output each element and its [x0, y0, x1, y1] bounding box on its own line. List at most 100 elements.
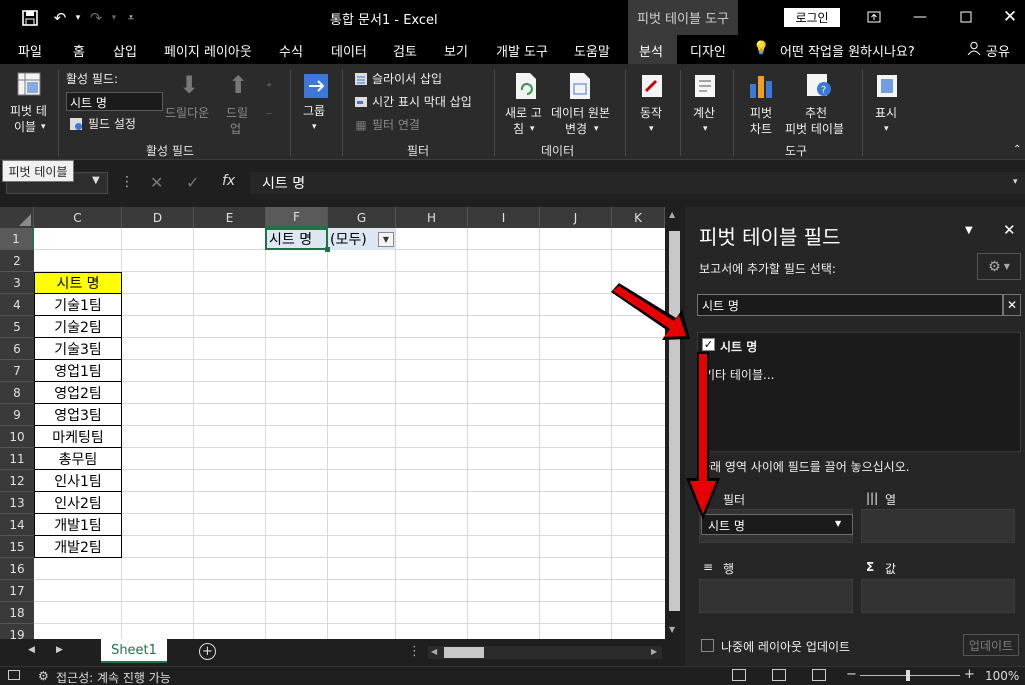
change-data-source-icon[interactable] [566, 71, 594, 101]
rows-drop-area[interactable] [699, 579, 853, 613]
tell-me-search[interactable]: 어떤 작업을 원하시나요? [780, 41, 915, 60]
actions-button[interactable]: 동작 [640, 106, 662, 121]
zoom-slider-thumb[interactable] [906, 670, 910, 681]
h-scrollbar-thumb[interactable] [444, 647, 484, 658]
list-item-cell[interactable]: 기술3팀 [34, 338, 122, 360]
filter-connections-button[interactable]: 필터 연결 [372, 118, 420, 133]
expand-formula-icon[interactable]: ▾ [1013, 177, 1018, 187]
values-drop-area[interactable] [861, 579, 1015, 613]
undo-icon[interactable]: ↶ [50, 8, 70, 28]
scroll-up-icon[interactable]: ▲ [669, 210, 675, 219]
pivot-table-icon[interactable] [14, 69, 44, 99]
redo-icon[interactable]: ↷ [86, 8, 106, 28]
enter-icon[interactable]: ✓ [186, 173, 199, 192]
row-header[interactable]: 5 [0, 316, 34, 338]
columns-drop-area[interactable] [861, 509, 1015, 543]
column-header[interactable]: C [34, 207, 122, 228]
drill-up-button-2[interactable]: 업 [230, 122, 241, 137]
row-header[interactable]: 12 [0, 470, 34, 492]
pivot-filter-field-cell[interactable]: 시트 명 [265, 228, 328, 250]
show-icon[interactable] [873, 71, 901, 101]
list-item-cell[interactable]: 영업1팀 [34, 360, 122, 382]
list-item-cell[interactable]: 인사2팀 [34, 492, 122, 514]
clear-search-icon[interactable]: ✕ [1003, 294, 1021, 316]
list-item-cell[interactable]: 영업2팀 [34, 382, 122, 404]
row-header[interactable]: 11 [0, 448, 34, 470]
pivot-chart-label-2[interactable]: 차트 [750, 122, 772, 137]
row-header[interactable]: 10 [0, 426, 34, 448]
actions-icon[interactable] [638, 71, 666, 101]
row-header[interactable]: 4 [0, 294, 34, 316]
sheet-tab-sheet1[interactable]: Sheet1 [101, 639, 167, 663]
column-header[interactable]: I [468, 207, 540, 228]
field-settings-icon[interactable] [68, 116, 84, 132]
list-item-cell[interactable]: 인사1팀 [34, 470, 122, 492]
recommended-pivot-label-2[interactable]: 피벗 테이블 [785, 122, 844, 137]
pivot-table-label-2[interactable]: 이블 [14, 120, 36, 135]
active-field-input[interactable]: 시트 명 [66, 92, 163, 111]
list-header-cell[interactable]: 시트 명 [34, 272, 122, 294]
calculations-button[interactable]: 계산 [693, 106, 715, 121]
list-item-cell[interactable]: 기술1팀 [34, 294, 122, 316]
group-button[interactable]: 그룹 [303, 104, 325, 119]
tab-analyze[interactable]: 분석 [639, 41, 663, 60]
login-button[interactable]: 로그인 [784, 8, 840, 27]
column-header[interactable]: G [328, 207, 396, 228]
row-header[interactable]: 2 [0, 250, 34, 272]
tab-insert[interactable]: 삽입 [113, 41, 137, 60]
tab-data[interactable]: 데이터 [331, 41, 367, 60]
gear-icon[interactable]: ⚙ ▼ [977, 253, 1021, 280]
list-item-cell[interactable]: 마케팅팀 [34, 426, 122, 448]
tab-developer[interactable]: 개발 도구 [496, 41, 548, 60]
fill-handle[interactable] [325, 247, 330, 252]
collapse-field-icon[interactable]: ⁻ [262, 108, 276, 122]
page-break-view-icon[interactable] [812, 669, 826, 681]
row-header[interactable]: 7 [0, 360, 34, 382]
insert-slicer-button[interactable]: 슬라이서 삽입 [372, 72, 442, 87]
field-settings-button[interactable]: 필드 설정 [88, 117, 136, 132]
filter-field-chip[interactable]: 시트 명 [701, 514, 853, 535]
zoom-slider[interactable] [860, 675, 960, 676]
row-header[interactable]: 3 [0, 272, 34, 294]
tab-view[interactable]: 보기 [444, 41, 468, 60]
row-header[interactable]: 1 [0, 228, 34, 250]
spreadsheet-grid[interactable]: C D E F G H I J K 1 2 3 4 5 6 7 8 9 10 1… [0, 207, 665, 639]
update-button[interactable]: 업데이트 [963, 634, 1019, 656]
field-search-input[interactable]: 시트 명 [697, 294, 1003, 316]
tab-formulas[interactable]: 수식 [279, 41, 303, 60]
column-header[interactable]: H [396, 207, 468, 228]
scroll-left-icon[interactable]: ◀ [431, 647, 437, 656]
insert-function-icon[interactable]: fx [222, 173, 235, 189]
more-tables-link[interactable]: 기타 테이블... [704, 366, 774, 383]
column-header[interactable]: K [612, 207, 665, 228]
row-header[interactable]: 9 [0, 404, 34, 426]
field-name[interactable]: 시트 명 [720, 338, 757, 355]
ribbon-display-options-icon[interactable] [862, 6, 886, 28]
refresh-label-2[interactable]: 침 [513, 122, 524, 137]
zoom-out-icon[interactable]: − [846, 667, 857, 682]
column-header[interactable]: D [122, 207, 194, 228]
row-header[interactable]: 8 [0, 382, 34, 404]
change-data-source-label-1[interactable]: 데이터 원본 [551, 106, 610, 121]
minimize-icon[interactable]: — [908, 6, 932, 28]
list-item-cell[interactable]: 기술2팀 [34, 316, 122, 338]
next-sheet-icon[interactable]: ▶ [56, 645, 63, 655]
row-header[interactable]: 6 [0, 338, 34, 360]
recommended-pivot-label-1[interactable]: 추천 [805, 106, 827, 121]
tab-file[interactable]: 파일 [18, 41, 42, 60]
calculations-icon[interactable] [691, 71, 719, 101]
list-item-cell[interactable]: 개발2팀 [34, 536, 122, 558]
list-item-cell[interactable]: 영업3팀 [34, 404, 122, 426]
refresh-label-1[interactable]: 새로 고 [505, 106, 542, 121]
cancel-icon[interactable]: ✕ [150, 173, 163, 192]
tab-page-layout[interactable]: 페이지 레이아웃 [164, 41, 252, 60]
collapse-ribbon-icon[interactable]: ⌃ [1013, 142, 1021, 157]
zoom-in-icon[interactable]: + [964, 667, 975, 682]
page-layout-view-icon[interactable] [772, 669, 786, 681]
pivot-table-label-1[interactable]: 피벗 테 [10, 104, 47, 119]
pivot-chart-label-1[interactable]: 피벗 [750, 106, 772, 121]
add-sheet-icon[interactable]: + [199, 643, 216, 660]
horizontal-scrollbar[interactable]: ◀ ▶ [428, 646, 662, 659]
customize-qat-icon[interactable]: ⩡ [121, 8, 141, 28]
scrollbar-thumb[interactable] [669, 231, 680, 611]
